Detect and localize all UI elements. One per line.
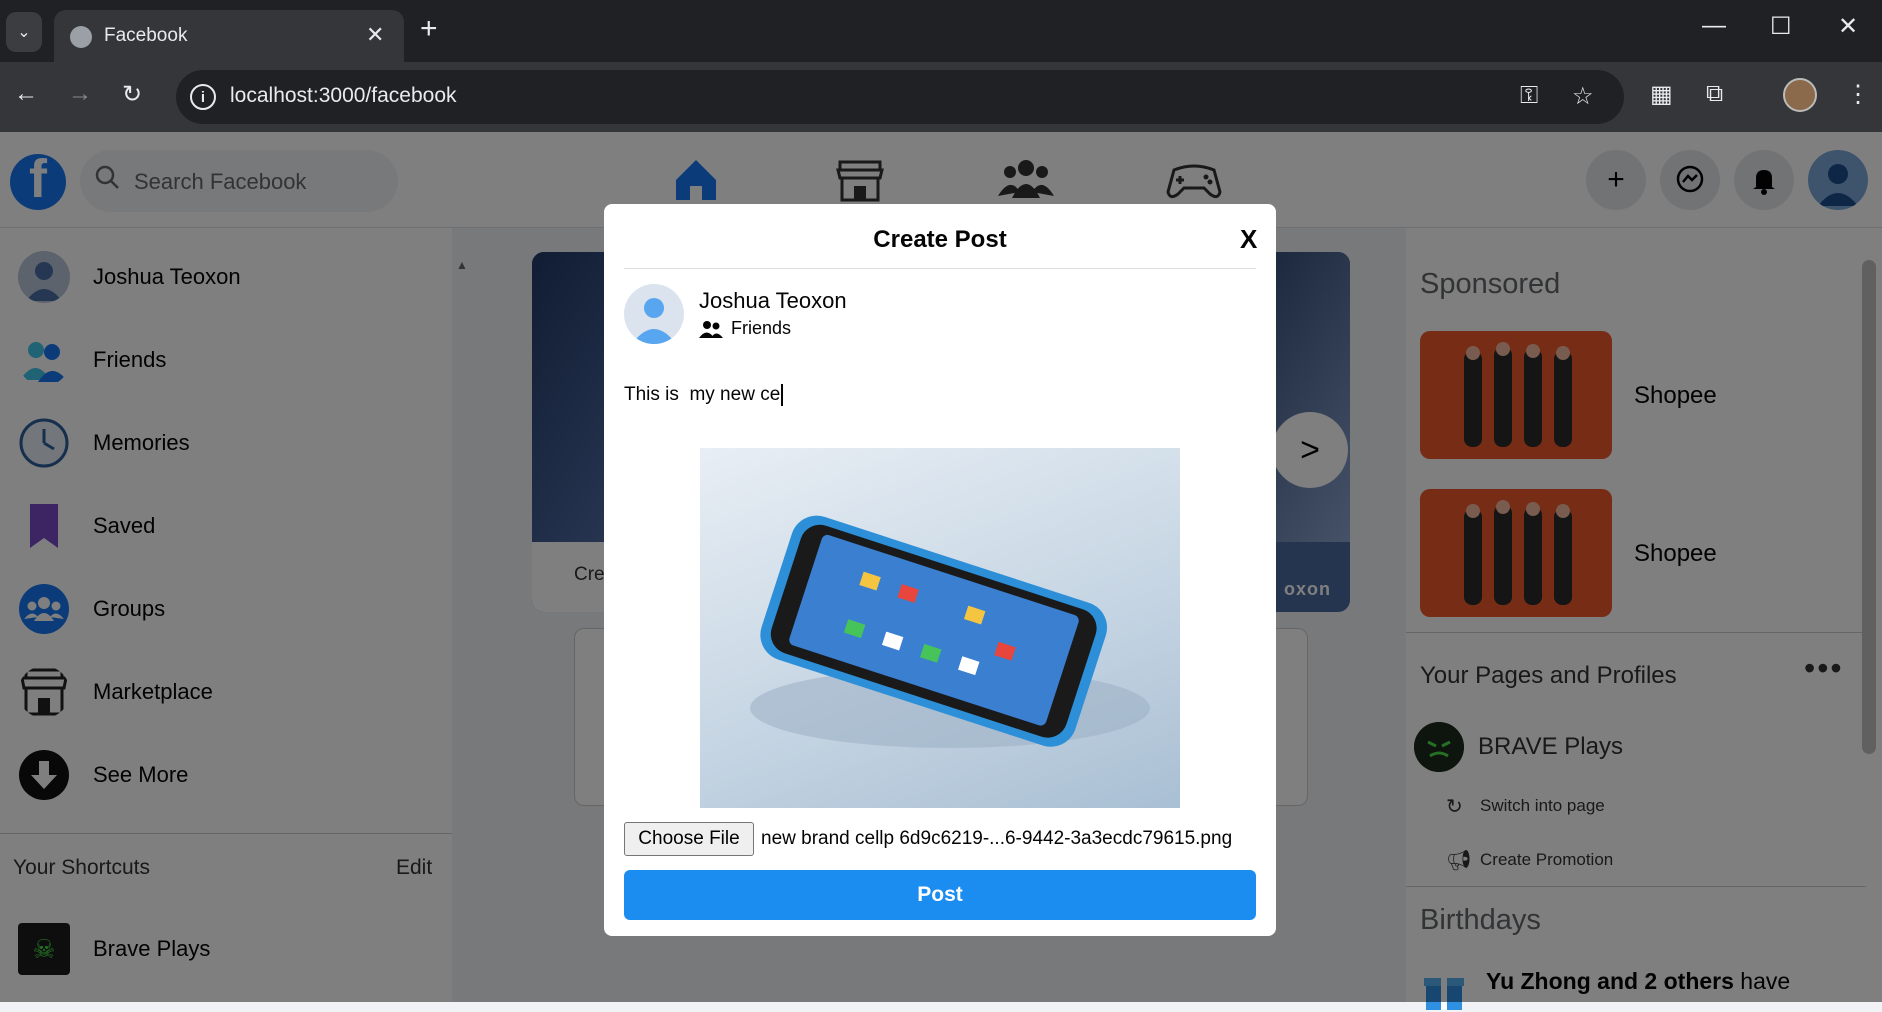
key-icon[interactable]: ⚿ xyxy=(1520,82,1538,110)
extensions-icon[interactable]: ⧉ xyxy=(1706,80,1723,108)
create-post-modal: Create Post X Joshua Teoxon Friends This… xyxy=(604,204,1276,936)
minimize-icon[interactable]: — xyxy=(1702,12,1726,40)
author-avatar xyxy=(624,284,684,344)
tab-title: Facebook xyxy=(104,25,188,46)
author-name: Joshua Teoxon xyxy=(699,288,847,313)
browser-tab[interactable]: Facebook ✕ xyxy=(54,10,404,62)
text-caret xyxy=(781,384,784,406)
choose-file-button[interactable]: Choose File xyxy=(624,822,754,856)
browser-toolbar: ← → ↻ i localhost:3000/facebook ⚿ ☆ ▦ ⧉ … xyxy=(0,62,1882,132)
close-window-icon[interactable]: ✕ xyxy=(1838,12,1858,41)
address-bar[interactable]: i localhost:3000/facebook ⚿ ☆ xyxy=(176,70,1624,124)
sheets-extension-icon[interactable]: ▦ xyxy=(1650,80,1673,109)
maximize-icon[interactable]: ☐ xyxy=(1770,12,1792,41)
modal-close-button[interactable]: X xyxy=(1240,224,1257,255)
post-text-input[interactable]: This is my new ce xyxy=(624,384,1256,406)
friends-icon xyxy=(699,320,723,338)
browser-profile-avatar[interactable] xyxy=(1783,78,1817,112)
selected-file-name: new brand cellp 6d9c6219-...6-9442-3a3ec… xyxy=(761,828,1233,849)
audience-label: Friends xyxy=(731,318,792,338)
menu-dots-icon[interactable]: ⋮ xyxy=(1846,80,1870,109)
post-text-value: This is my new ce xyxy=(624,384,781,406)
modal-divider xyxy=(624,268,1256,269)
modal-title: Create Post xyxy=(873,226,1007,253)
tab-search-button[interactable]: ⌄ xyxy=(6,12,42,52)
forward-icon[interactable]: → xyxy=(68,80,92,108)
new-tab-icon[interactable]: + xyxy=(420,14,438,44)
post-button[interactable]: Post xyxy=(624,870,1256,920)
globe-icon xyxy=(70,26,92,48)
star-icon[interactable]: ☆ xyxy=(1572,82,1594,111)
back-icon[interactable]: ← xyxy=(14,80,38,108)
reload-icon[interactable]: ↻ xyxy=(122,80,142,109)
tab-close-icon[interactable]: ✕ xyxy=(366,22,384,48)
url-text[interactable]: localhost:3000/facebook xyxy=(230,84,457,108)
browser-tabstrip: ⌄ Facebook ✕ + — ☐ ✕ xyxy=(0,0,1882,62)
audience-selector[interactable]: Friends xyxy=(699,318,791,339)
image-preview xyxy=(700,448,1180,808)
site-info-icon[interactable]: i xyxy=(190,84,216,110)
